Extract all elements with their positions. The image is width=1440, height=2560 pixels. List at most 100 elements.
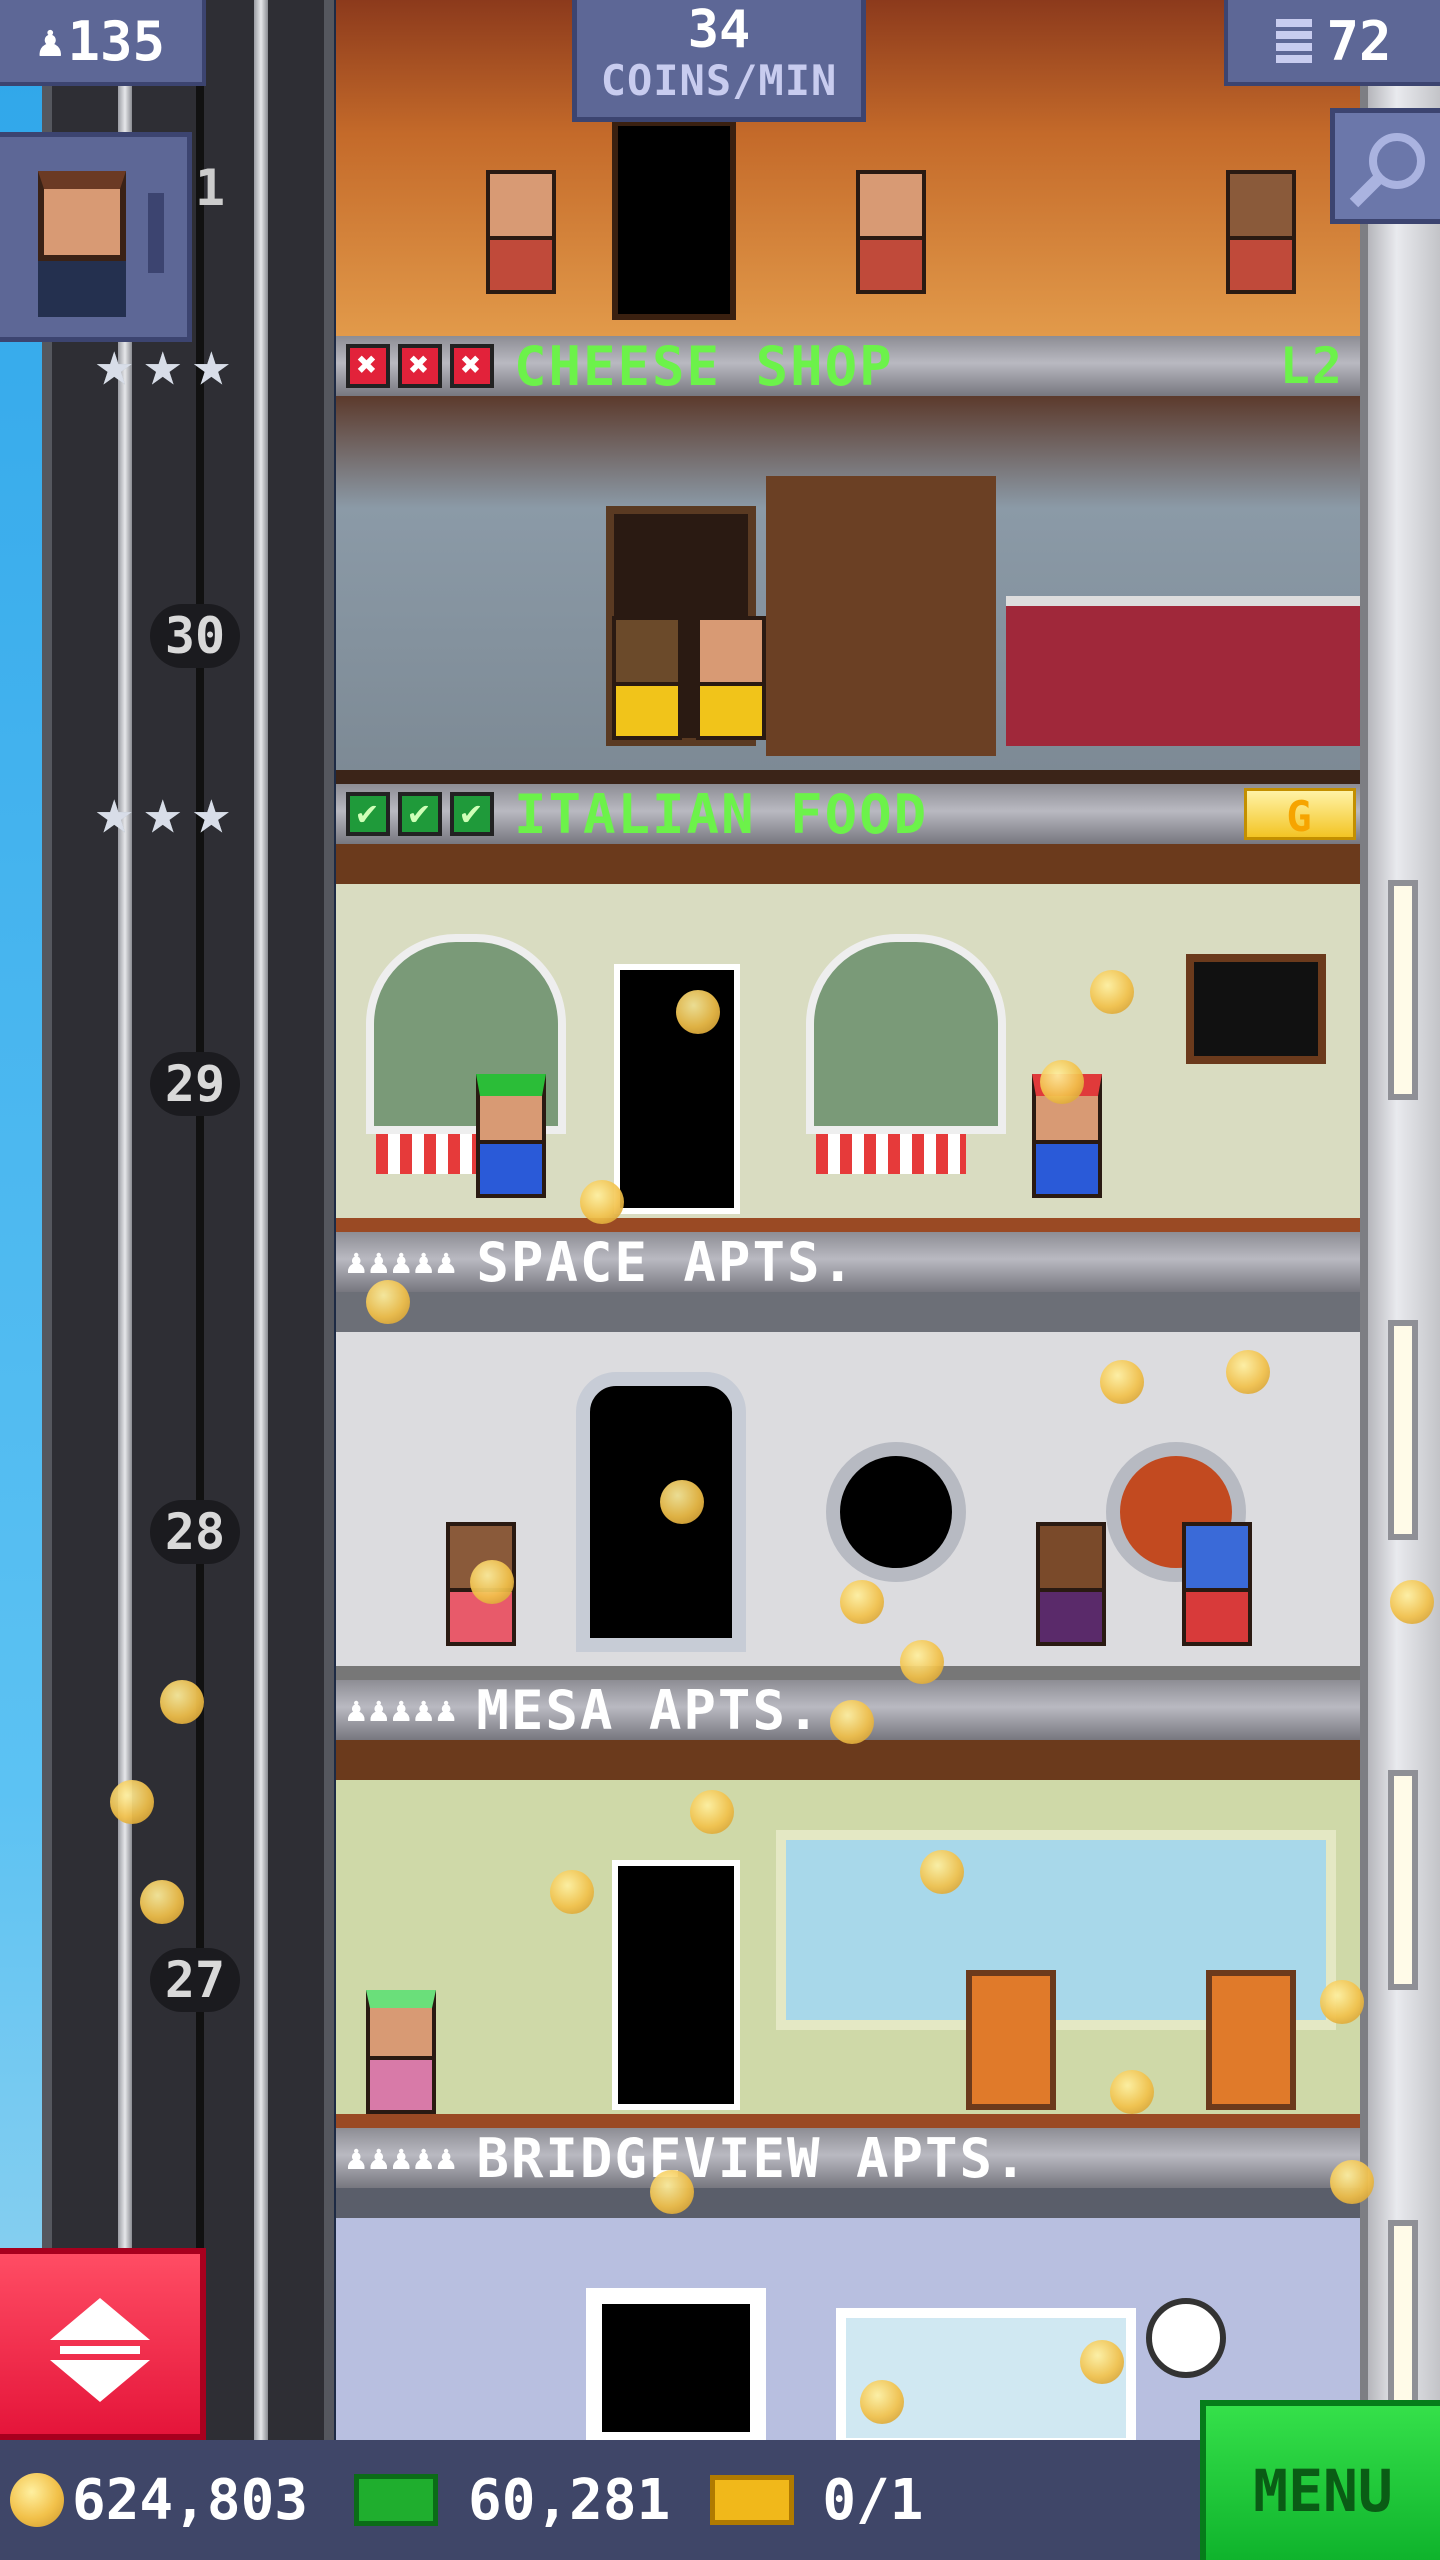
floor-name: SPACE APTS. [476, 1230, 856, 1294]
coin-icon[interactable] [1100, 1360, 1144, 1404]
elevator-rail [254, 0, 268, 2440]
window [806, 934, 1006, 1134]
population-counter[interactable]: ♟ 135 [0, 0, 206, 86]
resident[interactable] [1182, 1522, 1252, 1646]
floor-door [614, 964, 740, 1214]
armchair [1206, 1970, 1296, 2110]
avatar [38, 171, 126, 261]
down-arrow [50, 2360, 150, 2402]
in-stock-icon: ✔ [398, 792, 442, 836]
resident[interactable] [1036, 1522, 1106, 1646]
building-icon [1276, 19, 1313, 63]
star-icon: ★ [143, 775, 183, 849]
floor-room[interactable] [336, 396, 1360, 784]
window [1388, 880, 1418, 1100]
floor-name: CHEESE SHOP [514, 334, 894, 398]
coin-icon[interactable] [1226, 1350, 1270, 1394]
coin-icon[interactable] [900, 1640, 944, 1684]
out-of-stock-icon: ✖ [450, 344, 494, 388]
floor-banner[interactable]: ♟♟♟♟♟ BRIDGEVIEW APTS. [336, 2127, 1360, 2190]
visitor[interactable] [486, 170, 556, 294]
floor-banner[interactable]: ✔ ✔ ✔ ITALIAN FOOD G [336, 782, 1360, 846]
floor-name: ITALIAN FOOD [514, 782, 929, 846]
coins-per-minute[interactable]: 34 COINS/MIN [572, 0, 866, 122]
coin-icon[interactable] [1320, 1980, 1364, 2024]
floor-room[interactable] [336, 844, 1360, 1232]
coin-icon[interactable] [580, 1180, 624, 1224]
elevator-button[interactable] [0, 2248, 206, 2440]
coin-icon[interactable] [650, 2170, 694, 2214]
coin-icon[interactable] [366, 1280, 410, 1324]
ticket-count[interactable]: 0/1 [822, 2468, 923, 2533]
visitor[interactable] [856, 170, 926, 294]
coin-icon[interactable] [830, 1700, 874, 1744]
counter [1006, 596, 1360, 746]
coin-icon[interactable] [920, 1850, 964, 1894]
out-of-stock-icon: ✖ [398, 344, 442, 388]
person-icon: ♟ [36, 15, 64, 67]
coin-icon[interactable] [1040, 1060, 1084, 1104]
avatar-body [38, 261, 126, 317]
star-icon: ★ [95, 775, 134, 849]
menu-board [1186, 954, 1326, 1064]
coins-per-minute-value: 34 [687, 0, 751, 60]
cash-icon [354, 2474, 439, 2526]
coin-icon[interactable] [550, 1870, 594, 1914]
coin-icon[interactable] [1390, 1580, 1434, 1624]
floor-level: L2 [1279, 337, 1344, 395]
floor-counter[interactable]: 72 [1224, 0, 1440, 86]
in-stock-icon: ✔ [346, 792, 390, 836]
floor-number: 30 [150, 604, 240, 668]
gold-badge[interactable]: G [1244, 788, 1356, 841]
floor-rating-stars: ★ ★ ★ [95, 780, 231, 844]
magnifier-handle [1349, 174, 1383, 208]
floor-banner[interactable]: ♟♟♟♟♟ SPACE APTS. [336, 1230, 1360, 1294]
floor-banner[interactable]: ✖ ✖ ✖ CHEESE SHOP L2 [336, 334, 1360, 398]
coin-icon[interactable] [676, 990, 720, 1034]
avatar-button[interactable] [0, 132, 192, 342]
coin-icon[interactable] [860, 2380, 904, 2424]
coins-per-minute-unit: COINS/MIN [600, 56, 838, 105]
resident-icon: ♟♟♟♟♟ [346, 1690, 459, 1730]
porthole [826, 1442, 966, 1582]
alert-icon [148, 193, 164, 273]
coin-icon[interactable] [140, 1880, 184, 1924]
floor-number: 28 [150, 1500, 240, 1564]
resident-icon: ♟♟♟♟♟ [346, 1242, 459, 1282]
coin-icon[interactable] [470, 1560, 514, 1604]
clock-icon [1146, 2298, 1226, 2378]
floor-door [586, 2288, 766, 2440]
tower-right-wall [1360, 0, 1440, 2440]
worker[interactable] [612, 616, 682, 740]
window [1388, 1320, 1418, 1540]
coin-balance[interactable]: 624,803 [72, 2468, 308, 2533]
star-icon: ★ [192, 775, 231, 849]
search-button[interactable] [1330, 108, 1440, 224]
floor-door [576, 1372, 746, 1652]
visitor[interactable] [1226, 170, 1296, 294]
floor-room[interactable] [336, 1740, 1360, 2128]
coin-icon[interactable] [110, 1780, 154, 1824]
floor-name: MESA APTS. [476, 1678, 822, 1742]
floor-door [612, 120, 736, 320]
worker[interactable] [696, 616, 766, 740]
floor-door [612, 1860, 740, 2110]
bux-balance[interactable]: 60,281 [468, 2468, 670, 2533]
coin-icon[interactable] [1080, 2340, 1124, 2384]
out-of-stock-icon: ✖ [346, 344, 390, 388]
coin-icon[interactable] [1110, 2070, 1154, 2114]
worker[interactable] [476, 1074, 546, 1198]
window [1388, 1770, 1418, 1990]
coin-icon[interactable] [840, 1580, 884, 1624]
coin-icon[interactable] [1330, 2160, 1374, 2204]
coin-icon[interactable] [160, 1680, 204, 1724]
coin-icon[interactable] [1090, 970, 1134, 1014]
resident[interactable] [366, 1990, 436, 2114]
floor-number: 29 [150, 1052, 240, 1116]
table [816, 1134, 966, 1174]
coin-icon[interactable] [660, 1480, 704, 1524]
coin-icon[interactable] [690, 1790, 734, 1834]
in-stock-icon: ✔ [450, 792, 494, 836]
floor-room[interactable] [336, 1292, 1360, 1680]
menu-button[interactable]: MENU [1200, 2400, 1440, 2560]
